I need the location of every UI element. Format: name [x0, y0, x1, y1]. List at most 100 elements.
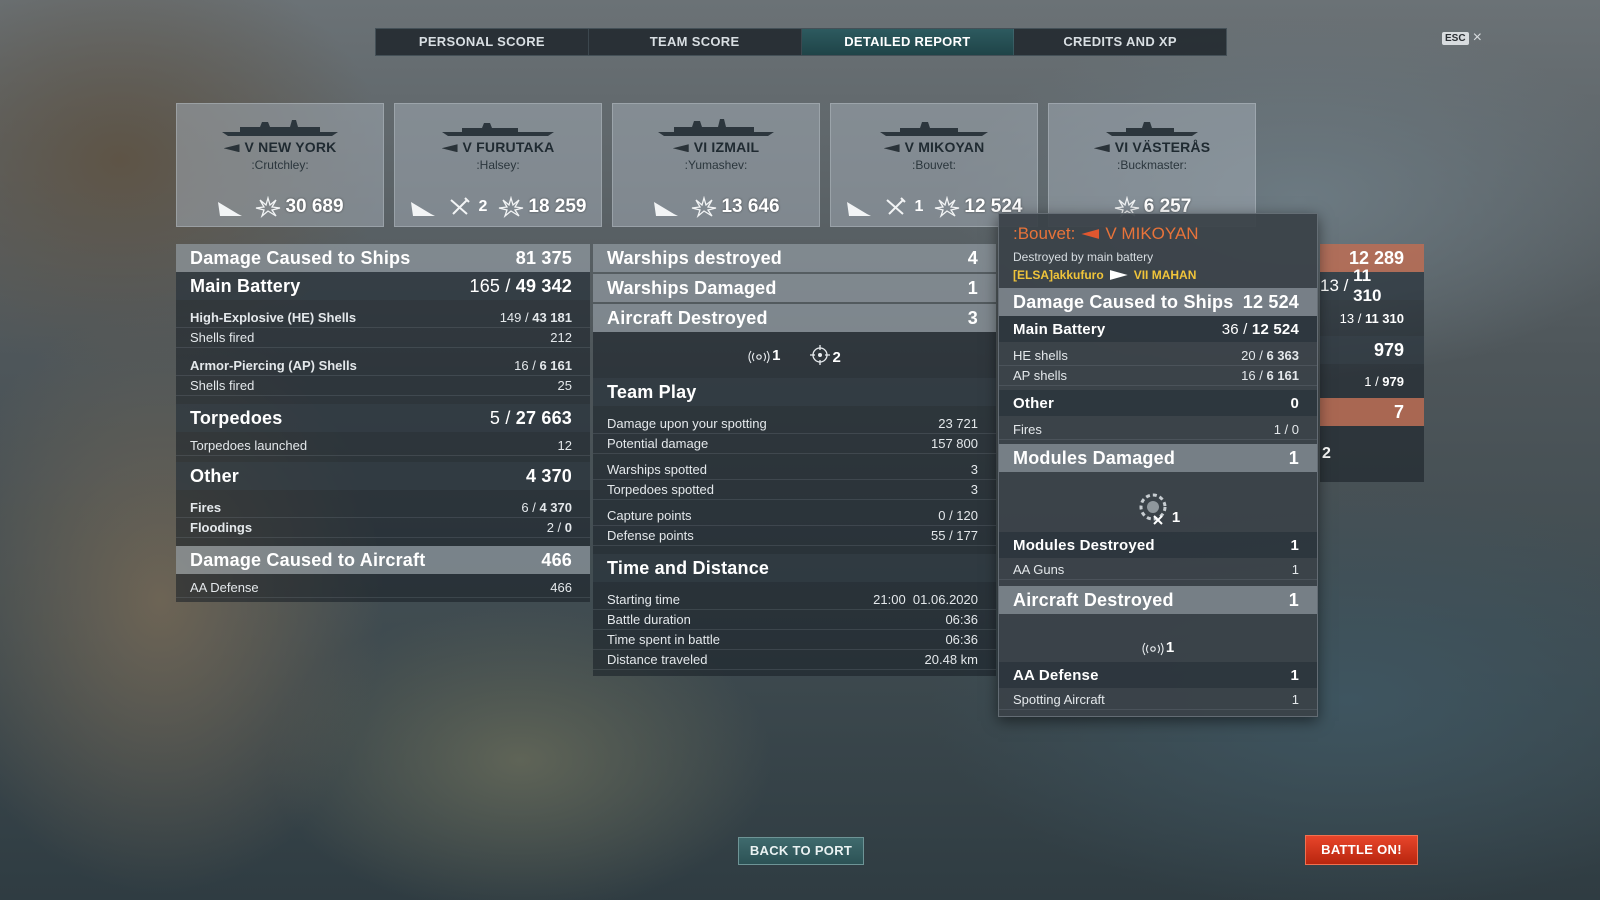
team-play-row: Warships spotted 3 [593, 460, 996, 480]
he-fired-row: Shells fired 212 [176, 328, 590, 348]
team-play-header: Team Play [593, 378, 996, 406]
ship-name: V MIKOYAN [904, 139, 985, 155]
aircraft-destroyed-header: Aircraft Destroyed 3 [593, 304, 996, 332]
time-row: Time spent in battle 06:36 [593, 630, 996, 650]
torpedoes-launched-row: Torpedoes launched 12 [176, 436, 590, 456]
team-play-row: Capture points 0 / 120 [593, 506, 996, 526]
ship-name: V FURUTAKA [462, 139, 555, 155]
torpedoes-header: Torpedoes 5 / 27 663 [176, 404, 590, 432]
ship-card[interactable]: VI VÄSTERÅS :Buckmaster: 6 257 [1048, 103, 1256, 227]
player-name: :Yumashev: [684, 158, 748, 172]
tooltip-player: :Bouvet: [1013, 224, 1076, 243]
floodings-row: Floodings 2 / 0 [176, 518, 590, 538]
tt-modules-damaged: Modules Damaged 1 [999, 444, 1317, 472]
battle-on-button[interactable]: BATTLE ON! [1305, 835, 1418, 865]
nation-flag-icon [1093, 144, 1110, 153]
aa-defense-row: AA Defense 466 [176, 578, 590, 598]
destruction-cause: Destroyed by main battery [1013, 250, 1154, 264]
ship-silhouette-icon [222, 120, 338, 136]
right-stats-column: 12 289 13 / 11 310 13 / 11 310 979 1 / 9… [1320, 244, 1424, 482]
back-to-port-button[interactable]: BACK TO PORT [738, 837, 864, 865]
killer-name: [ELSA]akkufuro [1013, 268, 1104, 282]
tab-credits-xp[interactable]: CREDITS AND XP [1014, 29, 1226, 55]
sunk-ship-icon [654, 202, 679, 216]
nation-flag-icon [883, 144, 900, 153]
fires-row: Fires 6 / 4 370 [176, 498, 590, 518]
ship-card[interactable]: V NEW YORK :Crutchley: 30 689 [176, 103, 384, 227]
warships-damaged-header: Warships Damaged 1 [593, 274, 996, 302]
destroyed-ships-row: V NEW YORK :Crutchley: 30 689 V FURUTAKA… [176, 103, 1256, 227]
ship-card[interactable]: V FURUTAKA :Halsey: 2 18 259 [394, 103, 602, 227]
ship-card[interactable]: V MIKOYAN :Bouvet: 1 12 524 [830, 103, 1038, 227]
fighter-count: 2 [832, 349, 841, 366]
planes-destroyed-value: 2 [478, 198, 488, 215]
damage-burst-icon [256, 196, 281, 218]
killer-ship: VII MAHAN [1133, 268, 1197, 282]
damage-aircraft-header: Damage Caused to Aircraft 466 [176, 546, 590, 574]
esc-key-badge: ESC [1442, 31, 1469, 45]
warships-destroyed-header: Warships destroyed 4 [593, 244, 996, 272]
ship-name: VI VÄSTERÅS [1114, 139, 1211, 155]
sunk-ship-icon [847, 202, 872, 216]
player-name: :Buckmaster: [1116, 158, 1188, 172]
damage-value: 18 259 [528, 196, 587, 217]
damage-burst-icon [692, 196, 717, 218]
report-tabs: PERSONAL SCORE TEAM SCORE DETAILED REPOR… [375, 28, 1227, 56]
tooltip-ship: V MIKOYAN [1105, 224, 1199, 243]
tt-damage-header: Damage Caused to Ships 12 524 [999, 288, 1317, 316]
nation-flag-icon [1081, 229, 1100, 239]
ship-silhouette-icon [658, 119, 774, 136]
he-shells-row: High-Explosive (HE) Shells 149 / 43 181 [176, 308, 590, 328]
tt-aa-guns-row: AA Guns 1 [999, 560, 1317, 580]
other-header: Other 4 370 [176, 462, 590, 490]
tt-fires-row: Fires 1 / 0 [999, 420, 1317, 440]
tt-aa-defense: AA Defense 1 [999, 662, 1317, 688]
aircraft-count: 1 [1165, 639, 1175, 656]
tt-ap-row: AP shells 16 / 6 161 [999, 366, 1317, 386]
fighter-crosshair-icon [809, 345, 830, 365]
plane-shot-down-icon [450, 197, 471, 215]
ap-fired-row: Shells fired 25 [176, 376, 590, 396]
close-button[interactable]: ESC × [1442, 29, 1482, 46]
player-name: :Crutchley: [251, 158, 309, 172]
tab-team-score[interactable]: TEAM SCORE [589, 29, 802, 55]
spotter-plane-icon [1142, 642, 1164, 656]
damage-burst-icon [935, 196, 960, 218]
plane-shot-down-icon [886, 197, 907, 215]
planes-destroyed-value: 1 [914, 198, 924, 215]
ship-silhouette-icon [1106, 122, 1198, 136]
damage-value: 13 646 [721, 196, 780, 217]
ship-name: VI IZMAIL [693, 139, 760, 155]
tt-he-row: HE shells 20 / 6 363 [999, 346, 1317, 366]
ap-shells-row: Armor-Piercing (AP) Shells 16 / 6 161 [176, 356, 590, 376]
damage-ships-header: Damage Caused to Ships 81 375 [176, 244, 590, 272]
nation-flag-icon [223, 144, 240, 153]
close-icon: × [1472, 29, 1482, 46]
ship-name: V NEW YORK [244, 139, 337, 155]
damage-panel: Damage Caused to Ships 81 375 Main Batter… [176, 244, 590, 602]
battle-stats-panel: Warships destroyed 4 Warships Damaged 1 Ai… [593, 244, 996, 676]
tab-personal-score[interactable]: PERSONAL SCORE [376, 29, 589, 55]
time-row: Distance traveled 20.48 km [593, 650, 996, 670]
tt-aircraft-destroyed: Aircraft Destroyed 1 [999, 586, 1317, 614]
sunk-ship-icon [411, 202, 436, 216]
killer-flag-icon [1109, 270, 1128, 280]
time-row: Battle duration 06:36 [593, 610, 996, 630]
spotter-count: 1 [772, 346, 781, 364]
nation-flag-icon [441, 144, 458, 153]
module-count: 1 [1171, 509, 1181, 526]
team-play-row: Defense points 55 / 177 [593, 526, 996, 546]
tt-spotting-row: Spotting Aircraft 1 [999, 690, 1317, 710]
team-play-row: Potential damage 157 800 [593, 434, 996, 454]
damage-value: 30 689 [285, 196, 344, 217]
tab-detailed-report[interactable]: DETAILED REPORT [801, 29, 1015, 55]
ship-card[interactable]: VI IZMAIL :Yumashev: 13 646 [612, 103, 820, 227]
main-battery-header: Main Battery 165 / 49 342 [176, 272, 590, 300]
team-play-row: Torpedoes spotted 3 [593, 480, 996, 500]
tt-modules-destroyed: Modules Destroyed 1 [999, 532, 1317, 558]
nation-flag-icon [672, 144, 689, 153]
spotter-plane-icon [748, 350, 770, 363]
damage-burst-icon [499, 196, 524, 218]
module-gear-icon [1139, 493, 1167, 525]
ship-detail-tooltip: :Bouvet: V MIKOYAN Destroyed by main bat… [998, 213, 1318, 717]
